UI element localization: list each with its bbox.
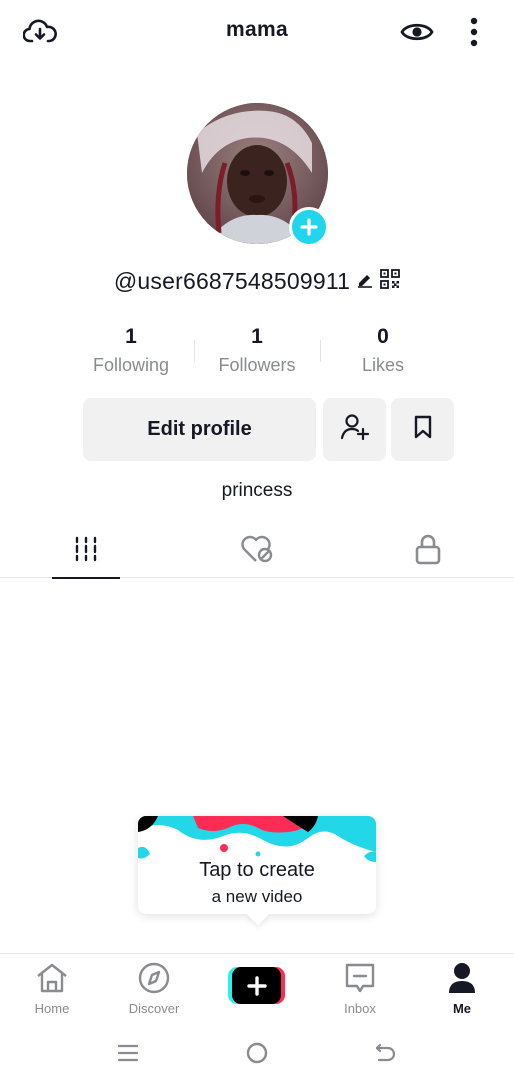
stat-label: Following — [92, 355, 170, 375]
tab-private[interactable] — [368, 524, 488, 578]
tab-liked[interactable] — [197, 524, 317, 578]
qr-code-icon[interactable] — [380, 269, 401, 294]
tab-videos[interactable] — [52, 524, 120, 579]
plus-icon[interactable] — [289, 207, 329, 247]
stat-value: 0 — [377, 325, 389, 348]
inbox-icon — [310, 962, 410, 996]
more-vertical-icon[interactable] — [456, 14, 492, 50]
liked-heart-icon — [240, 534, 274, 569]
eye-icon[interactable] — [399, 14, 435, 50]
tooltip-title: Tap to create — [199, 859, 315, 881]
home-icon — [2, 962, 102, 996]
stat-value: 1 — [125, 325, 137, 348]
nav-me[interactable]: Me — [412, 954, 512, 1026]
bookmark-button[interactable] — [391, 398, 454, 461]
recent-apps-icon[interactable] — [112, 1038, 144, 1068]
edit-profile-button[interactable]: Edit profile — [83, 398, 316, 461]
username: @user6687548509911 — [113, 268, 351, 294]
stat-label: Likes — [361, 355, 405, 375]
stat-value: 1 — [251, 325, 263, 348]
nav-label: Home — [34, 1001, 70, 1016]
content-tabs — [0, 524, 514, 579]
top-bar: mama — [0, 0, 514, 64]
lock-icon — [414, 533, 442, 570]
username-row: @user6687548509911 — [0, 268, 514, 295]
nav-label: Discover — [128, 1001, 180, 1016]
stat-followers[interactable]: 1 Followers — [194, 322, 320, 378]
create-tooltip[interactable]: Tap to create a new video — [138, 816, 376, 926]
add-user-icon — [340, 413, 370, 446]
bookmark-icon — [413, 415, 433, 444]
stat-following[interactable]: 1 Following — [68, 322, 194, 378]
nav-inbox[interactable]: Inbox — [310, 954, 410, 1026]
bottom-nav: Home Discover Inbox Me — [0, 953, 514, 1025]
nav-label: Inbox — [344, 1001, 376, 1016]
edit-pencil-icon[interactable] — [356, 270, 374, 293]
profile-stats: 1 Following 1 Followers 0 Likes — [68, 322, 446, 378]
profile-bio: princess — [221, 480, 293, 501]
videos-grid-icon — [73, 536, 99, 567]
nav-home[interactable]: Home — [2, 954, 102, 1026]
back-icon[interactable] — [370, 1038, 402, 1068]
system-nav-bar — [0, 1028, 514, 1080]
nav-discover[interactable]: Discover — [104, 954, 204, 1026]
compass-icon — [104, 962, 204, 996]
add-friend-button[interactable] — [323, 398, 386, 461]
nav-create[interactable] — [206, 954, 306, 1026]
page-title: mama — [226, 18, 288, 41]
nav-label: Me — [452, 1001, 472, 1016]
profile-icon — [412, 962, 512, 996]
create-plus-icon — [228, 967, 285, 1004]
stat-label: Followers — [218, 355, 296, 375]
avatar-container — [187, 103, 329, 247]
stat-likes[interactable]: 0 Likes — [320, 322, 446, 378]
home-circle-icon[interactable] — [241, 1038, 273, 1068]
tooltip-subtitle: a new video — [211, 887, 303, 906]
